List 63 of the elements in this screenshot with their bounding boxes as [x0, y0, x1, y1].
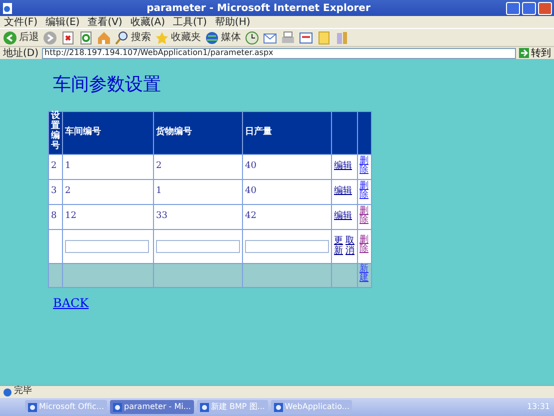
media-button[interactable]: 媒体 [205, 30, 241, 45]
forward-button[interactable] [43, 30, 57, 44]
table-cell: 3 [48, 180, 62, 204]
home-button[interactable] [97, 30, 111, 44]
table-cell: 1 [62, 154, 154, 180]
table-cell: 2 [154, 154, 242, 180]
input-field[interactable] [156, 240, 240, 253]
clock: 13:31 [526, 401, 551, 413]
address-field[interactable]: http://218.197.194.107/WebApplication1/parameter.aspx [42, 48, 516, 58]
column-header: 日产量 [242, 112, 332, 154]
menu-item[interactable]: 收藏(A) [130, 14, 165, 30]
table-cell: 40 [242, 154, 332, 180]
favorites-button[interactable]: 收藏夹 [155, 30, 201, 45]
print-button[interactable] [281, 30, 295, 44]
edit-button[interactable] [299, 30, 313, 44]
search-button[interactable]: 搜索 [115, 30, 151, 45]
table-cell: 33 [154, 204, 242, 230]
table-cell: 12 [62, 204, 154, 230]
column-header: 货物编号 [154, 112, 242, 154]
back-button[interactable]: 后退 [3, 30, 39, 45]
input-field[interactable] [245, 240, 329, 253]
cancel-link[interactable]: 取消 [346, 236, 354, 256]
tool-icon [335, 30, 349, 44]
menu-item[interactable]: 工具(T) [173, 14, 207, 30]
column-header: 设置编号 [51, 112, 60, 152]
table-cell: 42 [242, 204, 332, 230]
page-heading: 车间参数设置 [53, 73, 162, 97]
star-icon [155, 30, 169, 44]
window-title: parameter - Microsoft Internet Explorer [146, 2, 372, 16]
refresh-button[interactable] [79, 30, 93, 44]
table-cell: 40 [242, 180, 332, 204]
menu-item[interactable]: 编辑(E) [46, 14, 80, 30]
back-link[interactable]: BACK [53, 294, 89, 312]
input-field[interactable] [65, 240, 149, 253]
history-icon [245, 30, 259, 44]
search-icon [115, 30, 129, 44]
maximize-button[interactable] [522, 2, 536, 14]
menu-item[interactable]: 文件(F) [4, 14, 38, 30]
go-arrow-icon [519, 48, 529, 58]
table-cell: 2 [48, 154, 62, 180]
history-button[interactable] [245, 30, 259, 44]
globe-icon [205, 30, 219, 44]
note-icon [317, 30, 331, 44]
table-cell: 1 [154, 180, 242, 204]
minimize-button[interactable] [506, 2, 520, 14]
address-label: 地址(D) [3, 46, 39, 60]
close-button[interactable] [538, 2, 552, 14]
update-link[interactable]: 更新 [334, 236, 343, 256]
menu-item[interactable]: 帮助(H) [214, 14, 250, 30]
window-icon [113, 402, 122, 412]
ie-page-icon [2, 2, 13, 14]
window-icon [274, 402, 283, 412]
table-cell: 8 [48, 204, 62, 230]
taskbar-button[interactable]: parameter - Mi... [110, 400, 194, 414]
menu-item[interactable]: 查看(V) [88, 14, 122, 30]
window-icon [28, 402, 37, 412]
table-cell: 2 [62, 180, 154, 204]
page-icon [3, 388, 12, 396]
window-icon [200, 402, 209, 412]
status-text: 完毕 [14, 385, 32, 398]
stop-button[interactable] [61, 30, 75, 44]
mail-button[interactable] [263, 30, 277, 44]
column-header: 车间编号 [62, 112, 154, 154]
